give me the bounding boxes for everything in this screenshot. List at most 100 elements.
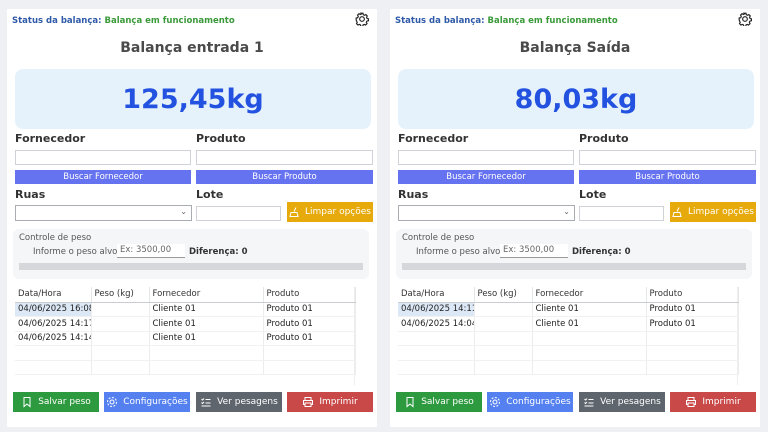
col-header-produto[interactable]: Produto bbox=[263, 287, 356, 303]
table-row bbox=[398, 360, 739, 375]
produto-label: Produto bbox=[196, 132, 246, 145]
peso-alvo-input[interactable]: Ex: 3500,00 bbox=[117, 244, 185, 258]
lote-input[interactable] bbox=[196, 206, 281, 221]
table-row[interactable]: 04/06/2025 16:08 Cliente 01 Produto 01 bbox=[15, 302, 356, 317]
peso-progress-bar bbox=[19, 263, 363, 270]
buscar-fornecedor-button[interactable]: Buscar Fornecedor bbox=[15, 170, 191, 184]
scale-panel-saida: Status da balança: Balança em funcioname… bbox=[390, 9, 760, 427]
scale-title: Balança Saída bbox=[519, 40, 631, 56]
limpar-opcoes-button[interactable]: Limpar opções bbox=[670, 202, 756, 222]
col-header-fornecedor[interactable]: Fornecedor bbox=[149, 287, 264, 303]
cell-fornecedor[interactable]: Cliente 01 bbox=[149, 302, 264, 317]
cell-produto[interactable]: Produto 01 bbox=[646, 316, 739, 332]
col-header-datahora[interactable]: Data/Hora bbox=[15, 287, 92, 303]
settings-icon bbox=[107, 397, 118, 407]
table-row[interactable]: 04/06/2025 14:14 Cliente 01 Produto 01 bbox=[15, 331, 356, 346]
fornecedor-input[interactable] bbox=[398, 150, 574, 165]
configuracoes-label: Configurações bbox=[506, 397, 571, 407]
printer-icon bbox=[686, 397, 697, 407]
scale-panel-entrada: Status da balança: Balança em funcioname… bbox=[7, 9, 377, 427]
ruas-select[interactable]: ⌄ bbox=[15, 205, 192, 221]
cell-fornecedor[interactable]: Cliente 01 bbox=[532, 316, 647, 332]
col-header-peso[interactable]: Peso (kg) bbox=[474, 287, 533, 303]
cell-fornecedor[interactable]: Cliente 01 bbox=[149, 331, 264, 346]
scale-status: Status da balança: Balança em funcioname… bbox=[12, 16, 235, 26]
produto-label: Produto bbox=[579, 132, 629, 145]
cell-fornecedor[interactable]: Cliente 01 bbox=[532, 302, 647, 317]
configuracoes-button[interactable]: Configurações bbox=[487, 392, 573, 412]
peso-progress-bar bbox=[402, 263, 746, 270]
weight-display: 125,45kg bbox=[15, 69, 371, 129]
broom-icon bbox=[672, 207, 682, 217]
cell-datahora[interactable]: 04/06/2025 14:14 bbox=[15, 331, 92, 346]
cell-datahora[interactable]: 04/06/2025 14:17 bbox=[15, 316, 92, 332]
weight-value: 125,45kg bbox=[122, 83, 264, 115]
ruas-select[interactable]: ⌄ bbox=[398, 205, 575, 221]
weight-value: 80,03kg bbox=[514, 83, 638, 115]
produto-input[interactable] bbox=[579, 150, 756, 165]
ver-pesagens-button[interactable]: Ver pesagens bbox=[579, 392, 665, 412]
salvar-peso-button[interactable]: Salvar peso bbox=[396, 392, 482, 412]
peso-alvo-label: Informe o peso alvo: bbox=[33, 247, 121, 257]
cell-peso[interactable] bbox=[474, 316, 533, 332]
lote-input[interactable] bbox=[579, 206, 664, 221]
ver-pesagens-button[interactable]: Ver pesagens bbox=[196, 392, 282, 412]
col-header-fornecedor[interactable]: Fornecedor bbox=[532, 287, 647, 303]
buscar-produto-button[interactable]: Buscar Produto bbox=[196, 170, 373, 184]
printer-icon bbox=[303, 397, 314, 407]
salvar-peso-label: Salvar peso bbox=[421, 397, 474, 407]
table-row bbox=[15, 345, 356, 361]
fornecedor-label: Fornecedor bbox=[15, 132, 86, 145]
buscar-produto-button[interactable]: Buscar Produto bbox=[579, 170, 756, 184]
buscar-fornecedor-button[interactable]: Buscar Fornecedor bbox=[398, 170, 574, 184]
cell-peso[interactable] bbox=[91, 316, 150, 332]
list-check-icon bbox=[201, 398, 211, 407]
imprimir-button[interactable]: Imprimir bbox=[287, 392, 373, 412]
table-row[interactable]: 04/06/2025 14:11 Cliente 01 Produto 01 bbox=[398, 302, 739, 317]
status-label: Status da balança: bbox=[12, 16, 102, 26]
pesagens-table[interactable]: Data/Hora Peso (kg) Fornecedor Produto 0… bbox=[398, 287, 739, 385]
cell-peso[interactable] bbox=[474, 302, 533, 317]
diferenca-value: 0 bbox=[241, 247, 248, 257]
weight-display: 80,03kg bbox=[398, 69, 754, 129]
cell-datahora[interactable]: 04/06/2025 16:08 bbox=[15, 302, 92, 317]
cell-datahora[interactable]: 04/06/2025 14:04 bbox=[398, 316, 475, 332]
ver-pesagens-label: Ver pesagens bbox=[600, 397, 661, 407]
cell-produto[interactable]: Produto 01 bbox=[263, 331, 356, 346]
cell-datahora[interactable]: 04/06/2025 14:11 bbox=[398, 302, 475, 317]
pesagens-table[interactable]: Data/Hora Peso (kg) Fornecedor Produto 0… bbox=[15, 287, 356, 385]
table-row[interactable]: 04/06/2025 14:04 Cliente 01 Produto 01 bbox=[398, 316, 739, 332]
status-value: Balança em funcionamento bbox=[104, 16, 235, 26]
cell-peso[interactable] bbox=[91, 331, 150, 346]
broom-icon bbox=[289, 207, 299, 217]
col-header-produto[interactable]: Produto bbox=[646, 287, 739, 303]
gear-icon[interactable] bbox=[738, 12, 752, 26]
configuracoes-button[interactable]: Configurações bbox=[104, 392, 190, 412]
produto-input[interactable] bbox=[196, 150, 373, 165]
settings-icon bbox=[490, 397, 501, 407]
peso-alvo-input[interactable]: Ex: 3500,00 bbox=[500, 244, 568, 258]
col-header-datahora[interactable]: Data/Hora bbox=[398, 287, 475, 303]
controle-de-peso: Controle de peso Informe o peso alvo: Ex… bbox=[396, 229, 752, 279]
lote-label: Lote bbox=[579, 188, 607, 201]
cell-produto[interactable]: Produto 01 bbox=[646, 302, 739, 317]
scale-title: Balança entrada 1 bbox=[120, 40, 264, 56]
diferenca-label: Diferença: bbox=[572, 247, 622, 257]
gear-icon[interactable] bbox=[355, 12, 369, 26]
table-row[interactable]: 04/06/2025 14:17 Cliente 01 Produto 01 bbox=[15, 316, 356, 332]
peso-alvo-label: Informe o peso alvo: bbox=[416, 247, 504, 257]
cell-produto[interactable]: Produto 01 bbox=[263, 316, 356, 332]
imprimir-button[interactable]: Imprimir bbox=[670, 392, 756, 412]
list-check-icon bbox=[584, 398, 594, 407]
imprimir-label: Imprimir bbox=[319, 397, 358, 407]
cell-produto[interactable]: Produto 01 bbox=[263, 302, 356, 317]
fornecedor-input[interactable] bbox=[15, 150, 191, 165]
salvar-peso-button[interactable]: Salvar peso bbox=[13, 392, 99, 412]
cell-fornecedor[interactable]: Cliente 01 bbox=[149, 316, 264, 332]
ruas-label: Ruas bbox=[398, 188, 429, 201]
limpar-opcoes-button[interactable]: Limpar opções bbox=[287, 202, 373, 222]
salvar-peso-label: Salvar peso bbox=[38, 397, 91, 407]
limpar-opcoes-label: Limpar opções bbox=[688, 207, 754, 217]
cell-peso[interactable] bbox=[91, 302, 150, 317]
col-header-peso[interactable]: Peso (kg) bbox=[91, 287, 150, 303]
